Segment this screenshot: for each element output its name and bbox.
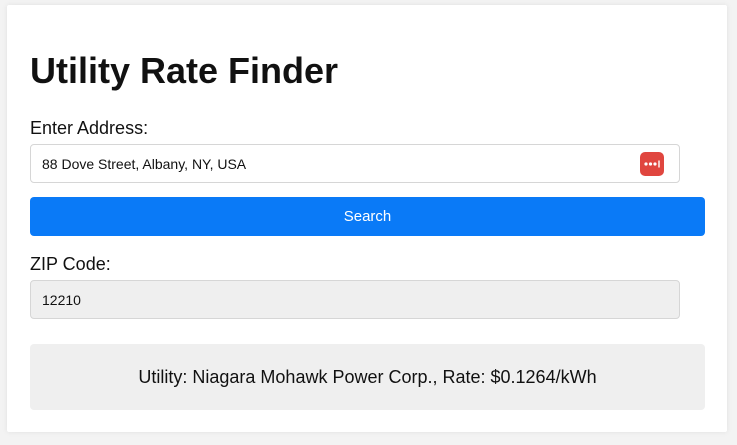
search-button[interactable]: Search <box>30 197 705 236</box>
zip-label: ZIP Code: <box>30 254 111 274</box>
rate-finder-card: Utility Rate Finder Enter Address: Searc… <box>7 5 727 432</box>
result-panel: Utility: Niagara Mohawk Power Corp., Rat… <box>30 344 705 410</box>
address-input[interactable] <box>30 144 680 183</box>
password-manager-icon[interactable] <box>640 152 664 176</box>
address-label: Enter Address: <box>30 118 149 138</box>
zip-field[interactable] <box>30 280 680 319</box>
result-text: Utility: Niagara Mohawk Power Corp., Rat… <box>138 366 597 387</box>
page-title: Utility Rate Finder <box>30 50 339 91</box>
